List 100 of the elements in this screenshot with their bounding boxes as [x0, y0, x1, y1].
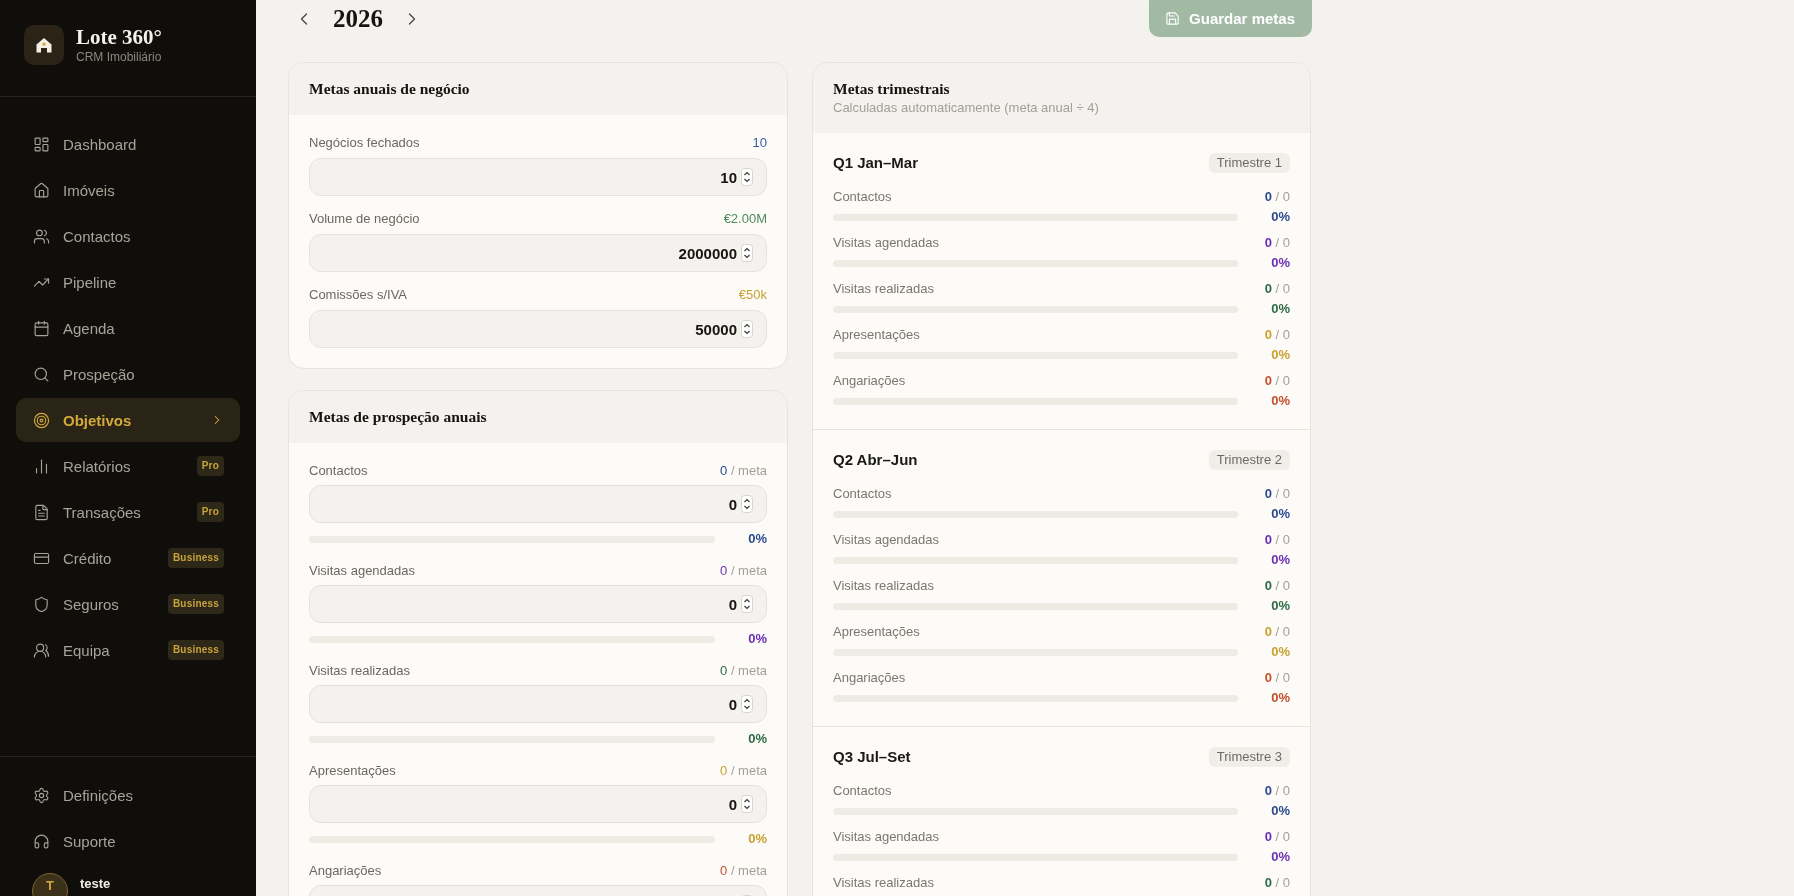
- field-label: Volume de negócio: [309, 210, 420, 228]
- progress-count: 0 / meta: [720, 662, 767, 680]
- percent-value: 0%: [747, 630, 767, 648]
- search-icon: [33, 365, 50, 383]
- quarter-badge: Trimestre 1: [1208, 153, 1290, 173]
- brand-subtitle: CRM Imobiliário: [76, 49, 162, 65]
- house-logo-icon: [24, 25, 64, 65]
- stepper-icon[interactable]: [741, 244, 753, 262]
- quarter-badge: Trimestre 3: [1208, 747, 1290, 767]
- percent-value: 0%: [1270, 689, 1290, 707]
- progress-count: 0 / 0: [1264, 782, 1290, 800]
- sidebar-item[interactable]: Suporte: [16, 819, 240, 863]
- stepper-icon[interactable]: [741, 495, 753, 513]
- calendar-icon: [33, 319, 50, 337]
- metric-label: Apresentações: [833, 326, 920, 344]
- sidebar-item[interactable]: Prospeção: [16, 352, 240, 396]
- progress-count: 0 / meta: [720, 462, 767, 480]
- field-label: Negócios fechados: [309, 134, 420, 152]
- sidebar-item[interactable]: Relatórios Pro: [16, 444, 240, 488]
- percent-value: 0%: [747, 730, 767, 748]
- sidebar-item[interactable]: Imóveis: [16, 168, 240, 212]
- progress-count: 0 / 0: [1264, 188, 1290, 206]
- stepper-icon[interactable]: [741, 320, 753, 338]
- percent-value: 0%: [1270, 802, 1290, 820]
- metric-label: Visitas realizadas: [833, 577, 934, 595]
- sidebar-item[interactable]: Objetivos: [16, 398, 240, 442]
- progress-count: 0 / meta: [720, 562, 767, 580]
- percent-value: 0%: [1270, 597, 1290, 615]
- progress-count: 0 / 0: [1264, 485, 1290, 503]
- field-label: Angariações: [309, 862, 382, 880]
- sidebar-item[interactable]: Seguros Business: [16, 582, 240, 626]
- quarter-title: Q1 Jan–Mar: [833, 153, 919, 173]
- progress-count: 0 / meta: [720, 862, 767, 880]
- user-name: teste: [80, 875, 111, 893]
- plan-badge: Pro: [196, 456, 224, 476]
- number-input[interactable]: 0: [309, 785, 767, 823]
- year-title: 2026: [333, 3, 383, 34]
- field-summary: €2.00M: [723, 210, 767, 228]
- field-label: Contactos: [309, 462, 368, 480]
- progress-count: 0 / meta: [720, 762, 767, 780]
- percent-value: 0%: [747, 830, 767, 848]
- stepper-icon[interactable]: [741, 695, 753, 713]
- people-icon: [33, 227, 50, 245]
- card-title: Metas anuais de negócio: [309, 79, 471, 99]
- stepper-icon[interactable]: [741, 595, 753, 613]
- number-input[interactable]: 10: [309, 158, 767, 196]
- card-title: Metas trimestrais: [833, 79, 951, 99]
- settings-icon: [33, 786, 50, 804]
- metric-label: Contactos: [833, 188, 892, 206]
- sidebar-item[interactable]: Dashboard: [16, 122, 240, 166]
- percent-value: 0%: [1270, 643, 1290, 661]
- bar-chart-icon: [33, 457, 50, 475]
- number-input[interactable]: 2000000: [309, 234, 767, 272]
- percent-value: 0%: [1270, 208, 1290, 226]
- plan-badge: Business: [167, 594, 224, 614]
- quarter-badge: Trimestre 2: [1208, 450, 1290, 470]
- sidebar-item[interactable]: Agenda: [16, 306, 240, 350]
- progress-count: 0 / 0: [1264, 874, 1290, 892]
- headphones-icon: [33, 832, 50, 850]
- plan-badge: Business: [167, 548, 224, 568]
- dashboard-icon: [33, 135, 50, 153]
- quarter-title: Q3 Jul–Set: [833, 747, 911, 767]
- progress-count: 0 / 0: [1264, 669, 1290, 687]
- progress-count: 0 / 0: [1264, 828, 1290, 846]
- quarter-title: Q2 Abr–Jun: [833, 450, 918, 470]
- progress-count: 0 / 0: [1264, 577, 1290, 595]
- user-avatar[interactable]: T: [32, 873, 68, 896]
- metric-label: Angariações: [833, 669, 906, 687]
- metric-label: Contactos: [833, 485, 892, 503]
- percent-value: 0%: [1270, 551, 1290, 569]
- metric-label: Angariações: [833, 372, 906, 390]
- sidebar-item[interactable]: Pipeline: [16, 260, 240, 304]
- progress-count: 0 / 0: [1264, 372, 1290, 390]
- stepper-icon[interactable]: [741, 795, 753, 813]
- metric-label: Visitas realizadas: [833, 280, 934, 298]
- field-summary: 10: [752, 134, 767, 152]
- stepper-icon[interactable]: [741, 168, 753, 186]
- metric-label: Visitas agendadas: [833, 828, 939, 846]
- sidebar-item[interactable]: Definições: [16, 773, 240, 817]
- sidebar-item[interactable]: Transações Pro: [16, 490, 240, 534]
- number-input[interactable]: 50000: [309, 310, 767, 348]
- metric-label: Visitas realizadas: [833, 874, 934, 892]
- percent-value: 0%: [1270, 346, 1290, 364]
- card-subtitle: Calculadas automaticamente (meta anual ÷ 4): [833, 99, 1100, 117]
- sidebar-item[interactable]: Equipa Business: [16, 628, 240, 672]
- shield-icon: [33, 595, 50, 613]
- field-label: Visitas agendadas: [309, 562, 415, 580]
- metric-label: Visitas agendadas: [833, 531, 939, 549]
- card-title: Metas de prospeção anuais: [309, 407, 488, 427]
- number-input[interactable]: 0: [309, 585, 767, 623]
- target-icon: [33, 411, 50, 429]
- metric-label: Apresentações: [833, 623, 920, 641]
- number-input[interactable]: 0: [309, 685, 767, 723]
- percent-value: 0%: [1270, 300, 1290, 318]
- sidebar-item[interactable]: Contactos: [16, 214, 240, 258]
- save-icon: [1165, 11, 1181, 26]
- sidebar-item[interactable]: Crédito Business: [16, 536, 240, 580]
- number-input[interactable]: 0: [309, 485, 767, 523]
- field-summary: €50k: [738, 286, 767, 304]
- metric-label: Visitas agendadas: [833, 234, 939, 252]
